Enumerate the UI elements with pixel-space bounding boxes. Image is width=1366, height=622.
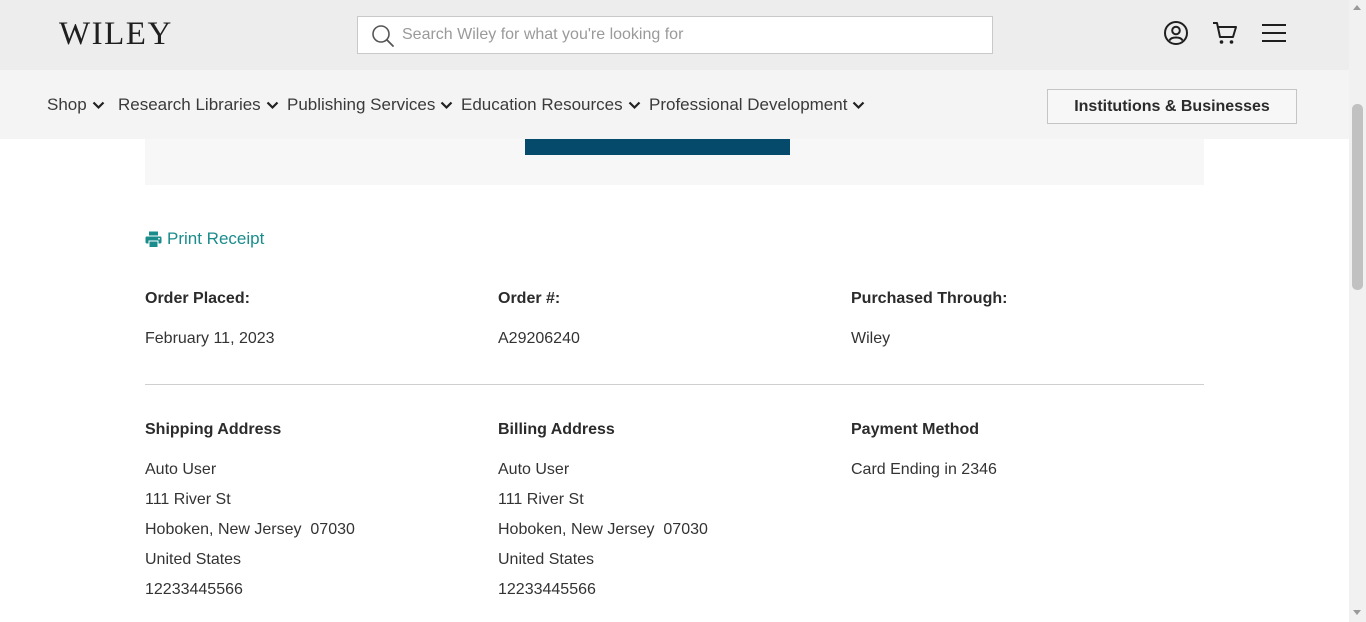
shipping-city-line: Hoboken, New Jersey 07030 [145,521,355,538]
order-placed-value: February 11, 2023 [145,330,275,347]
order-placed-label: Order Placed: [145,290,250,307]
search-box[interactable] [357,16,993,54]
main-nav: Shop Research Libraries Publishing Servi… [0,70,1349,139]
billing-name: Auto User [498,461,570,478]
nav-item-publishing-services[interactable]: Publishing Services [287,95,453,115]
scroll-thumb[interactable] [1352,104,1363,290]
chevron-down-icon [266,101,278,109]
panel-primary-button[interactable] [525,139,790,155]
order-number-value: A29206240 [498,330,580,347]
nav-item-label: Professional Development [649,95,848,114]
institutions-businesses-button[interactable]: Institutions & Businesses [1047,89,1297,124]
billing-street: 111 River St [498,491,584,508]
scroll-down-arrow-icon[interactable] [1353,610,1361,615]
nav-item-shop[interactable]: Shop [47,95,105,115]
nav-item-research-libraries[interactable]: Research Libraries [118,95,279,115]
print-receipt-link[interactable]: Print Receipt [145,229,264,249]
menu-icon[interactable] [1261,20,1287,46]
shipping-phone: 12233445566 [145,581,243,598]
cart-icon[interactable] [1212,20,1238,46]
payment-method-label: Payment Method [851,421,980,438]
chevron-down-icon [853,101,865,109]
billing-country: United States [498,551,595,568]
shipping-street: 111 River St [145,491,231,508]
nav-item-professional-development[interactable]: Professional Development [649,95,865,115]
chevron-down-icon [628,101,640,109]
shipping-address-label: Shipping Address [145,421,282,438]
scroll-up-arrow-icon[interactable] [1353,5,1361,10]
nav-item-label: Shop [47,95,87,114]
payment-card: Card Ending in 2346 [851,461,997,478]
wiley-logo[interactable]: WILEY [59,14,173,54]
chevron-down-icon [441,101,453,109]
billing-address-label: Billing Address [498,421,615,438]
section-divider [145,384,1204,385]
shipping-country: United States [145,551,242,568]
top-header: WILEY [0,0,1349,70]
print-receipt-label: Print Receipt [167,229,265,248]
nav-item-education-resources[interactable]: Education Resources [461,95,641,115]
order-number-label: Order #: [498,290,561,307]
chevron-down-icon [92,101,104,109]
nav-item-label: Education Resources [461,95,623,114]
shipping-name: Auto User [145,461,217,478]
nav-item-label: Research Libraries [118,95,261,114]
search-input[interactable] [402,17,982,53]
printer-icon [145,231,162,248]
account-icon[interactable] [1163,20,1189,46]
confirmation-panel [145,139,1204,185]
billing-city-line: Hoboken, New Jersey 07030 [498,521,708,538]
search-icon [372,25,394,47]
purchased-through-label: Purchased Through: [851,290,1008,307]
billing-phone: 12233445566 [498,581,596,598]
nav-item-label: Publishing Services [287,95,436,114]
purchased-through-value: Wiley [851,330,891,347]
page-scrollbar[interactable] [1349,0,1366,622]
